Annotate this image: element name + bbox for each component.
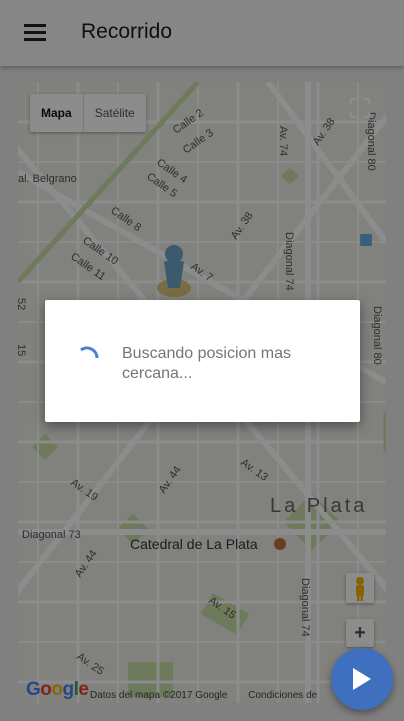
spinner-icon bbox=[80, 346, 99, 359]
play-icon bbox=[353, 668, 371, 690]
loading-dialog: Buscando posicion mas cercana... bbox=[45, 300, 360, 422]
dialog-message: Buscando posicion mas cercana... bbox=[122, 345, 291, 382]
play-button[interactable] bbox=[331, 648, 393, 710]
